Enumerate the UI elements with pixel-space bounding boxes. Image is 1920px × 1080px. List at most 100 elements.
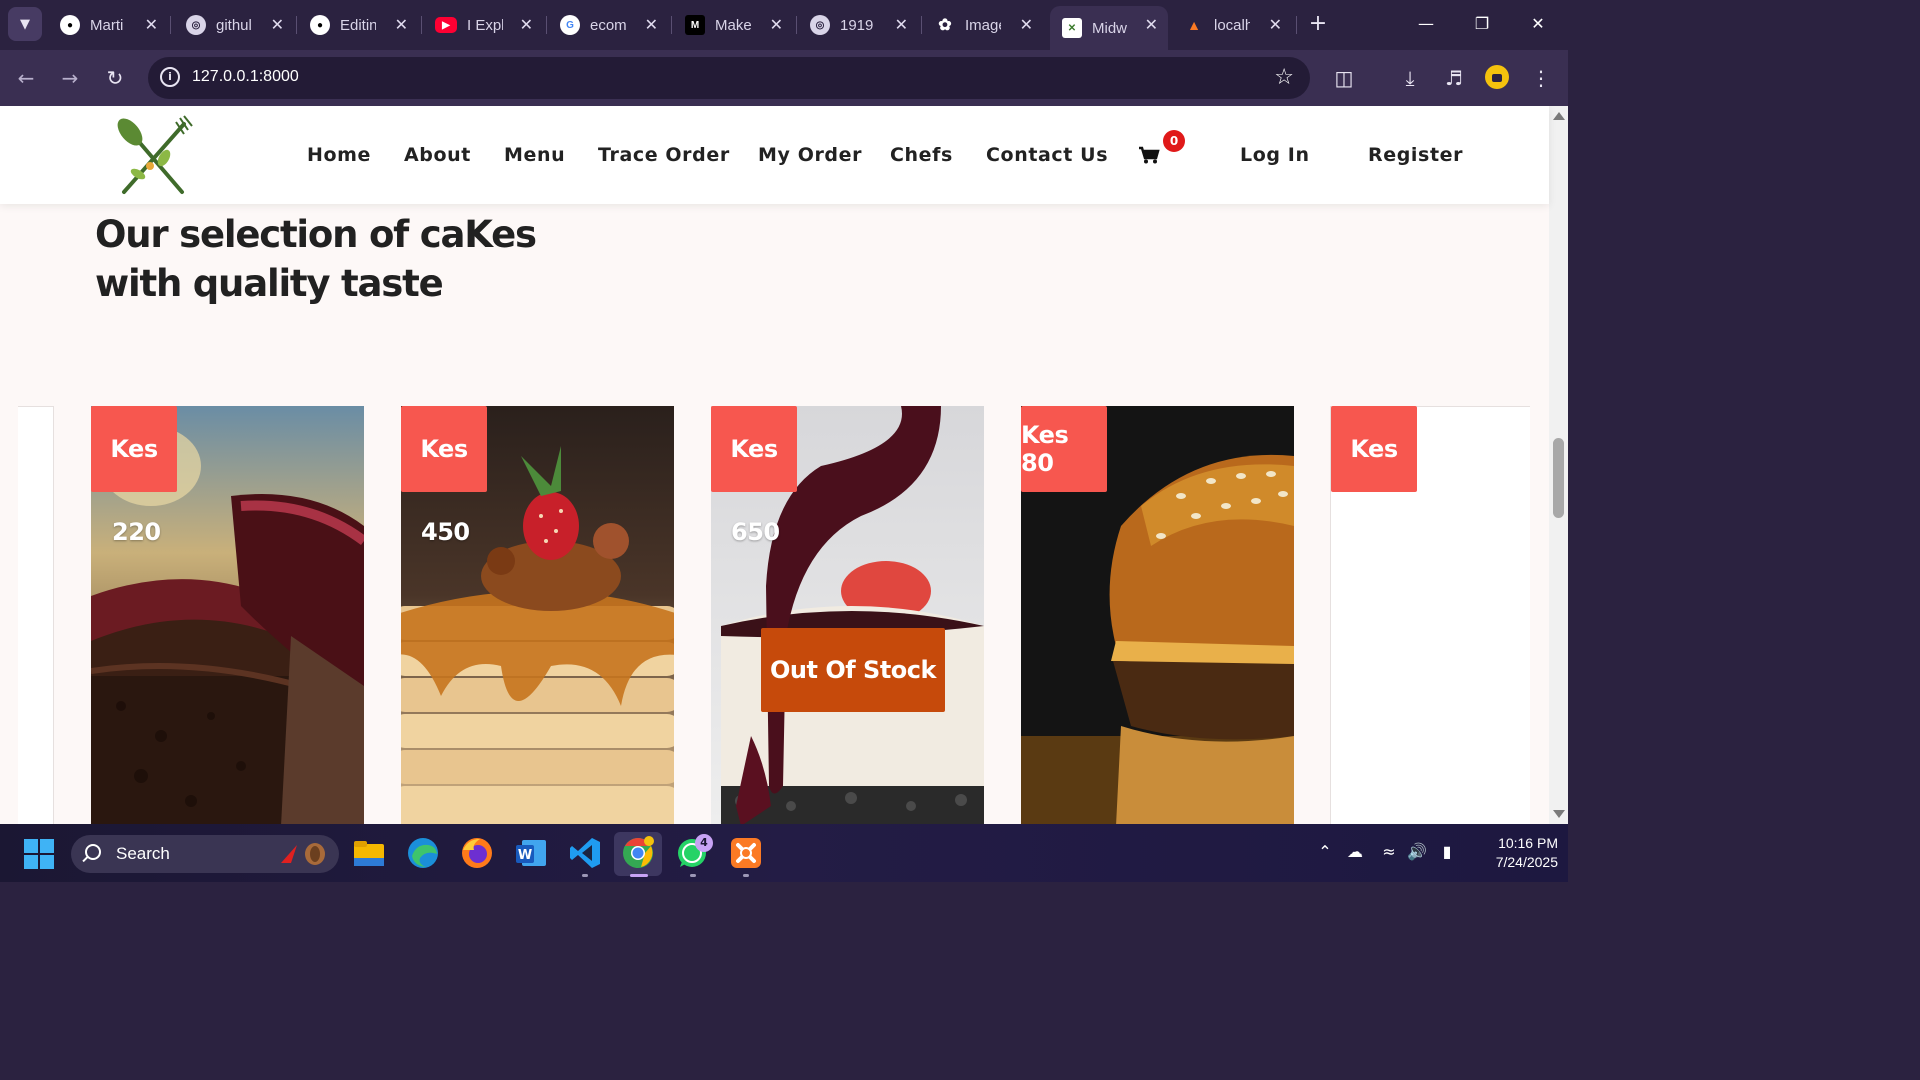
tab-separator [546, 16, 547, 34]
system-clock[interactable]: 10:16 PM 7/24/2025 [1468, 834, 1558, 872]
close-icon[interactable]: ✕ [770, 15, 783, 35]
browser-tab[interactable]: ▶ I Expl ✕ [423, 6, 543, 44]
chrome-app[interactable] [621, 836, 655, 870]
product-card-partial [18, 406, 54, 824]
register-link[interactable]: Register [1368, 144, 1463, 166]
nav-link-chefs[interactable]: Chefs [890, 144, 953, 166]
tab-separator [921, 16, 922, 34]
browser-tab[interactable]: ▲ localh ✕ [1172, 6, 1292, 44]
scroll-down-arrow-icon[interactable] [1553, 810, 1565, 818]
close-icon[interactable]: ✕ [520, 15, 533, 35]
browser-tab[interactable]: ✿ Image ✕ [923, 6, 1043, 44]
site-navbar: Home About Menu Trace Order My Order Che… [0, 106, 1549, 204]
wifi-icon[interactable]: ≈ [1378, 842, 1400, 861]
xampp-icon: ▲ [1187, 17, 1201, 33]
xampp-app[interactable] [729, 836, 763, 870]
file-explorer-app[interactable] [352, 836, 386, 870]
svg-text:W: W [518, 848, 532, 863]
search-icon [85, 844, 101, 860]
url-text[interactable]: 127.0.0.1:8000 [192, 68, 299, 86]
firefox-icon [462, 838, 492, 868]
close-window-button[interactable]: ✕ [1518, 8, 1558, 40]
media-control-icon[interactable]: ♬ [1440, 64, 1468, 92]
clock-date: 7/24/2025 [1495, 854, 1558, 870]
price-tag: Kes [401, 406, 487, 492]
edge-app[interactable] [406, 836, 440, 870]
nav-link-menu[interactable]: Menu [504, 144, 565, 166]
running-indicator [582, 874, 588, 877]
windows-taskbar: Search W 4 ⌃ ☁ ≈ 🔊 ▮ 10:16 PM 7/24/2025 [0, 824, 1568, 882]
nav-link-about[interactable]: About [404, 144, 471, 166]
close-icon[interactable]: ✕ [145, 15, 158, 35]
windows-logo-icon [24, 855, 38, 869]
forward-button[interactable]: → [54, 62, 86, 94]
running-indicator [690, 874, 696, 877]
new-tab-button[interactable]: + [1304, 10, 1332, 38]
download-icon[interactable]: ⤓ [1396, 64, 1424, 92]
chevron-up-icon[interactable]: ⌃ [1314, 842, 1336, 861]
windows-logo-icon [40, 855, 54, 869]
browser-tab[interactable]: ● Editin ✕ [298, 6, 418, 44]
price-tag: Kes [711, 406, 797, 492]
scroll-thumb[interactable] [1553, 438, 1564, 518]
firefox-app[interactable] [460, 836, 494, 870]
volume-icon[interactable]: 🔊 [1406, 842, 1428, 861]
minimize-button[interactable]: — [1406, 8, 1446, 40]
section-title-line: with quality taste [95, 262, 444, 305]
reload-button[interactable]: ↻ [99, 62, 131, 94]
vscode-app[interactable] [568, 836, 602, 870]
cart-count-badge: 0 [1163, 130, 1185, 152]
edge-icon [408, 838, 438, 868]
close-icon[interactable]: ✕ [395, 15, 408, 35]
nav-link-home[interactable]: Home [307, 144, 371, 166]
site-icon: ✕ [1062, 18, 1082, 38]
close-icon[interactable]: ✕ [1145, 15, 1158, 35]
close-icon[interactable]: ✕ [1269, 15, 1282, 35]
arrow-right-icon: → [61, 66, 79, 90]
restore-icon: ❐ [1474, 14, 1490, 33]
github-icon: ● [310, 15, 330, 35]
browser-tab-active[interactable]: ✕ Midw ✕ [1050, 6, 1168, 50]
price-tag: Kes [1331, 406, 1417, 492]
back-button[interactable]: ← [10, 62, 42, 94]
tab-separator [1296, 16, 1297, 34]
price-value: 220 [112, 518, 161, 546]
onedrive-warning-icon[interactable]: ☁ [1344, 842, 1366, 861]
close-icon[interactable]: ✕ [271, 15, 284, 35]
close-icon[interactable]: ✕ [1020, 15, 1033, 35]
extensions-icon[interactable]: ◫ [1330, 64, 1358, 92]
taskbar-search[interactable]: Search [71, 835, 339, 873]
login-link[interactable]: Log In [1240, 144, 1310, 166]
clock-time: 10:16 PM [1498, 835, 1558, 851]
close-icon[interactable]: ✕ [895, 15, 908, 35]
page-scrollbar[interactable] [1549, 106, 1568, 824]
cart-icon[interactable] [1138, 146, 1160, 164]
scroll-up-arrow-icon[interactable] [1553, 112, 1565, 120]
tab-search-button[interactable]: ▼ [8, 7, 42, 41]
battery-icon[interactable]: ▮ [1436, 842, 1458, 861]
browser-tab[interactable]: ● Marti ✕ [48, 6, 168, 44]
address-bar[interactable]: i 127.0.0.1:8000 ☆ [148, 57, 1310, 99]
close-icon[interactable]: ✕ [645, 15, 658, 35]
nav-link-my-order[interactable]: My Order [758, 144, 862, 166]
browser-tab[interactable]: ◎ githul ✕ [174, 6, 294, 44]
windows-start-button[interactable] [24, 839, 54, 869]
search-highlight-icon [281, 843, 325, 865]
page-viewport: Home About Menu Trace Order My Order Che… [0, 106, 1568, 824]
google-icon: G [560, 15, 580, 35]
nav-link-contact-us[interactable]: Contact Us [986, 144, 1108, 166]
bookmark-star-icon[interactable]: ☆ [1274, 65, 1294, 90]
word-app[interactable]: W [514, 836, 548, 870]
menu-kebab-icon[interactable]: ⋮ [1527, 64, 1555, 92]
globe-icon: ◎ [810, 15, 830, 35]
restore-button[interactable]: ❐ [1462, 8, 1502, 40]
nav-link-trace-order[interactable]: Trace Order [598, 144, 730, 166]
browser-tab[interactable]: M Make ✕ [673, 6, 793, 44]
price-value: 650 [731, 518, 780, 546]
browser-tab[interactable]: ◎ 1919 ✕ [798, 6, 918, 44]
site-logo[interactable] [112, 114, 198, 196]
site-info-icon[interactable]: i [160, 67, 180, 87]
active-indicator [630, 874, 648, 877]
profile-avatar[interactable] [1485, 65, 1509, 89]
browser-tab[interactable]: G ecom ✕ [548, 6, 668, 44]
